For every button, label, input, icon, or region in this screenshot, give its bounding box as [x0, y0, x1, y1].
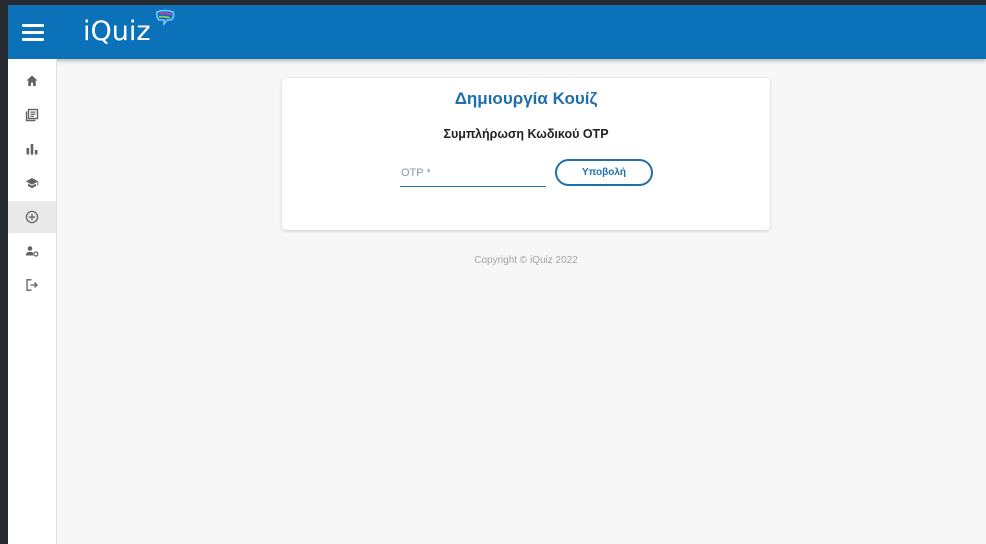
sidebar-item-home[interactable] — [8, 65, 56, 97]
logout-icon — [26, 279, 38, 291]
app-logo[interactable]: iQuiz — [83, 9, 175, 49]
submit-button[interactable]: Υποβολή — [555, 159, 653, 186]
bar-chart-icon — [26, 144, 38, 155]
app-window: iQuiz Δημιουργία Κουίζ Συμπλήρωση Κωδικο… — [8, 5, 986, 544]
create-quiz-card: Δημιουργία Κουίζ Συμπλήρωση Κωδικού OTP … — [282, 78, 770, 230]
sidebar-item-logout[interactable] — [8, 269, 56, 301]
app-bar: iQuiz — [8, 5, 986, 59]
library-books-icon — [25, 108, 39, 122]
page-title: Δημιουργία Κουίζ — [454, 89, 598, 108]
sidebar-item-quizzes[interactable] — [8, 99, 56, 131]
otp-field — [400, 162, 546, 187]
home-icon — [26, 75, 38, 86]
manage-accounts-icon — [25, 246, 39, 257]
sidebar-item-account[interactable] — [8, 235, 56, 267]
add-circle-outline-icon — [25, 210, 39, 224]
app-brand-name: iQuiz — [83, 16, 151, 47]
sidebar-item-courses[interactable] — [8, 167, 56, 199]
hamburger-menu-icon[interactable] — [22, 22, 44, 42]
logo-speech-bubble-icon — [155, 9, 175, 27]
otp-input[interactable] — [400, 162, 541, 184]
copyright-text: Copyright © iQuiz 2022 — [474, 255, 578, 266]
sidebar-item-create-quiz[interactable] — [8, 201, 56, 233]
otp-instructions: Συμπλήρωση Κωδικού OTP — [443, 127, 609, 141]
graduation-cap-icon — [25, 178, 39, 189]
sidebar-item-statistics[interactable] — [8, 133, 56, 165]
sidebar — [8, 59, 57, 544]
